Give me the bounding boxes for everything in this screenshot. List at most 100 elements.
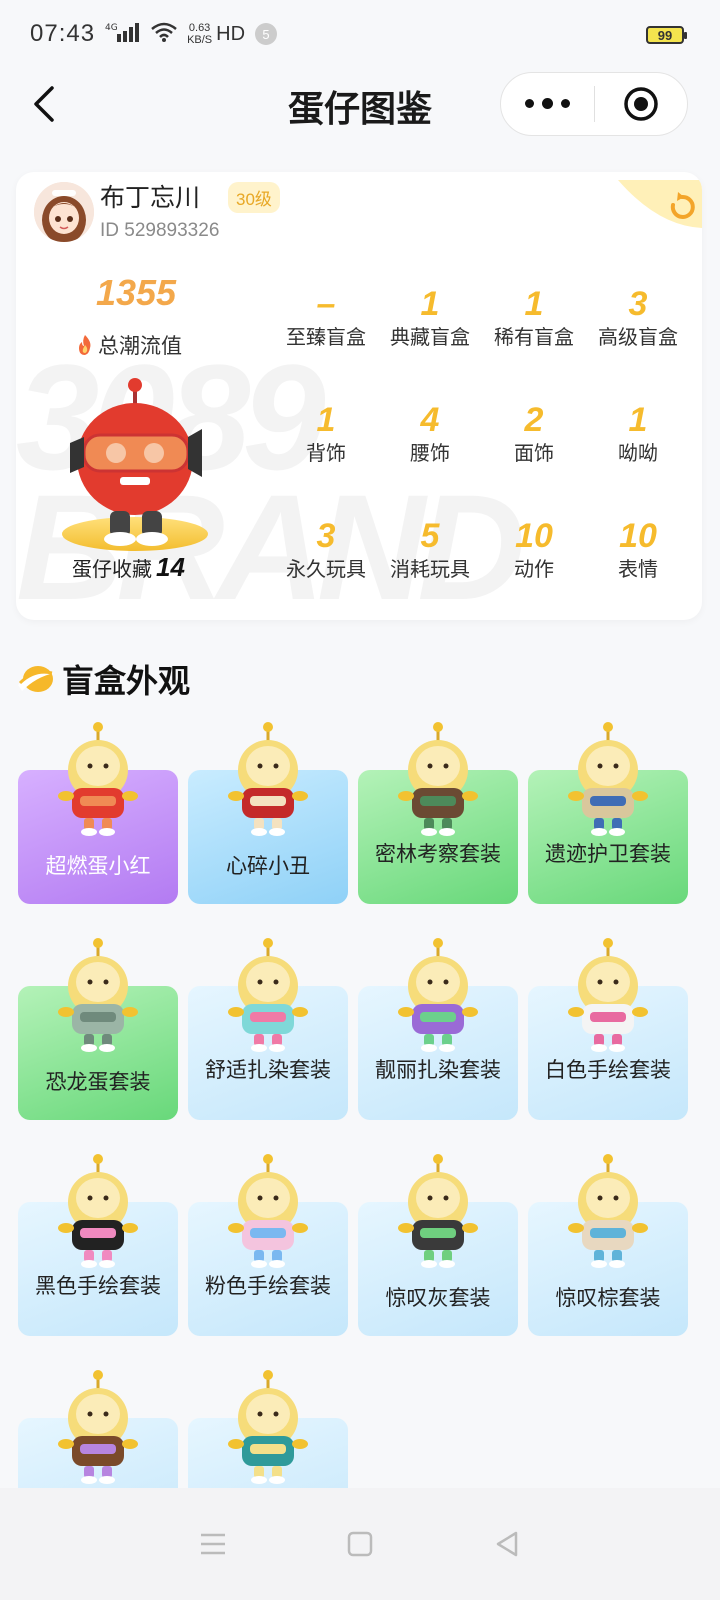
triangle-back-icon [496, 1531, 517, 1557]
wifi-icon [151, 22, 177, 47]
stat-value: – [316, 285, 336, 323]
stat-value: 3 [316, 517, 336, 555]
blindbox-item[interactable]: 粉色手绘套装 [188, 1154, 348, 1336]
stat-item: 1 典藏盲盒 [378, 284, 482, 396]
featured-egg-figure[interactable] [60, 377, 210, 552]
blindbox-item[interactable]: 超燃蛋小红 [18, 722, 178, 904]
section-title: 盲盒外观 [62, 663, 191, 699]
stat-label: 背饰 [306, 443, 346, 465]
egg-figure-image [228, 722, 308, 836]
close-mini-program-button[interactable] [595, 85, 688, 123]
total-trend-label: 总潮流值 [76, 330, 182, 360]
target-circle-icon [624, 87, 658, 121]
stat-label: 典藏盲盒 [390, 327, 470, 349]
blindbox-item[interactable]: 恐龙蛋套装 [18, 938, 178, 1120]
item-label: 密林考察套装 [375, 843, 501, 866]
stat-label: 表情 [618, 559, 658, 581]
system-navigation-bar [0, 1488, 720, 1600]
stat-label: 至臻盲盒 [286, 327, 366, 349]
item-label: 粉色手绘套装 [205, 1275, 331, 1298]
item-label: 心碎小丑 [226, 855, 310, 878]
stat-item: 10 表情 [586, 516, 690, 620]
battery-icon: 99 [646, 26, 687, 44]
item-label: 惊叹灰套装 [385, 1287, 491, 1310]
egg-figure-image [58, 938, 138, 1052]
stat-label: 稀有盲盒 [494, 327, 574, 349]
item-label: 遗迹护卫套装 [545, 843, 671, 866]
stat-item: 10 动作 [482, 516, 586, 620]
egg-figure-image [568, 938, 648, 1052]
item-label: 恐龙蛋套装 [45, 1071, 151, 1094]
network-speed: 0.63 KB/S [187, 22, 213, 46]
stat-value: 1 [420, 285, 440, 323]
stat-label: 呦呦 [618, 443, 658, 465]
blindbox-item[interactable]: 惊叹棕套装 [528, 1154, 688, 1336]
blindbox-item[interactable]: 心碎小丑 [188, 722, 348, 904]
refresh-icon [618, 180, 702, 228]
stat-value: 3 [628, 285, 648, 323]
stat-label: 永久玩具 [286, 559, 366, 581]
blindbox-item[interactable]: 遗迹护卫套装 [528, 722, 688, 904]
home-button[interactable] [340, 1524, 380, 1564]
stat-item: 1 呦呦 [586, 400, 690, 512]
stat-label: 高级盲盒 [598, 327, 678, 349]
egg-figure-image [58, 1154, 138, 1268]
stat-label: 动作 [514, 559, 554, 581]
stat-item: – 至臻盲盒 [274, 284, 378, 396]
stat-value: 1 [524, 285, 544, 323]
square-home-icon [347, 1531, 373, 1557]
stat-label: 腰饰 [410, 443, 450, 465]
collection-count: 14 [156, 552, 185, 582]
stat-value: 10 [619, 517, 657, 555]
dot-icon [560, 99, 570, 108]
stats-grid: – 至臻盲盒 1 典藏盲盒 1 稀有盲盒 3 高级盲盒 1 背饰 4 腰饰 2 面饰 1 呦呦 3 永久玩具 5 消耗… [274, 284, 694, 620]
item-label: 惊叹棕套装 [555, 1287, 661, 1310]
back-system-button[interactable] [487, 1524, 527, 1564]
refresh-button[interactable] [618, 180, 702, 228]
hamburger-menu-icon [201, 1533, 226, 1555]
blindbox-item[interactable]: 靓丽扎染套装 [358, 938, 518, 1120]
egg-figure-image [398, 722, 478, 836]
username: 布丁忘川 [100, 184, 201, 212]
stat-label: 消耗玩具 [390, 559, 470, 581]
stat-value: 10 [515, 517, 553, 555]
egg-figure-image [568, 1154, 648, 1268]
menu-button[interactable] [193, 1524, 233, 1564]
mini-program-capsule [500, 72, 688, 136]
status-bar: 07:43 4G 0.63 KB/S HD 5 99 [0, 0, 720, 68]
stat-item: 3 高级盲盒 [586, 284, 690, 396]
user-id: ID 529893326 [100, 220, 220, 241]
flame-icon [79, 335, 91, 355]
red-robot-egg-image [70, 378, 202, 546]
avatar-image [34, 182, 94, 242]
stat-item: 4 腰饰 [378, 400, 482, 512]
stat-value: 1 [628, 401, 648, 439]
dot-icon [524, 99, 534, 108]
egg-figure-image [398, 938, 478, 1052]
item-label: 舒适扎染套装 [205, 1059, 331, 1082]
blindbox-item[interactable]: 舒适扎染套装 [188, 938, 348, 1120]
blindbox-item[interactable]: 黑色手绘套装 [18, 1154, 178, 1336]
dot-icon [541, 98, 553, 109]
blindbox-grid: 超燃蛋小红 心碎小丑 密林考察套装 遗迹护卫套装恐龙蛋套装 舒适扎染套装 靓丽扎染套装 白色… [18, 722, 702, 1552]
avatar[interactable] [34, 182, 94, 242]
status-time: 07:43 [30, 20, 96, 47]
egg-figure-image [58, 722, 138, 836]
stat-item: 2 面饰 [482, 400, 586, 512]
stat-item: 5 消耗玩具 [378, 516, 482, 620]
stat-item: 1 背饰 [274, 400, 378, 512]
egg-figure-image [228, 1154, 308, 1268]
blindbox-item[interactable]: 白色手绘套装 [528, 938, 688, 1120]
more-options-button[interactable] [501, 98, 594, 109]
item-label: 超燃蛋小红 [45, 855, 151, 878]
blindbox-item[interactable]: 密林考察套装 [358, 722, 518, 904]
item-label: 黑色手绘套装 [35, 1275, 161, 1298]
stat-item: 1 稀有盲盒 [482, 284, 586, 396]
blindbox-item[interactable]: 惊叹灰套装 [358, 1154, 518, 1336]
level-badge: 30级 [228, 182, 280, 213]
section-header: 盲盒外观 [16, 656, 190, 702]
stat-value: 4 [420, 401, 440, 439]
profile-card: 3089BRAND 布丁忘川 30级 ID 529893326 1355 总潮流… [16, 172, 702, 620]
egg-figure-image [58, 1370, 138, 1484]
egg-figure-image [398, 1154, 478, 1268]
